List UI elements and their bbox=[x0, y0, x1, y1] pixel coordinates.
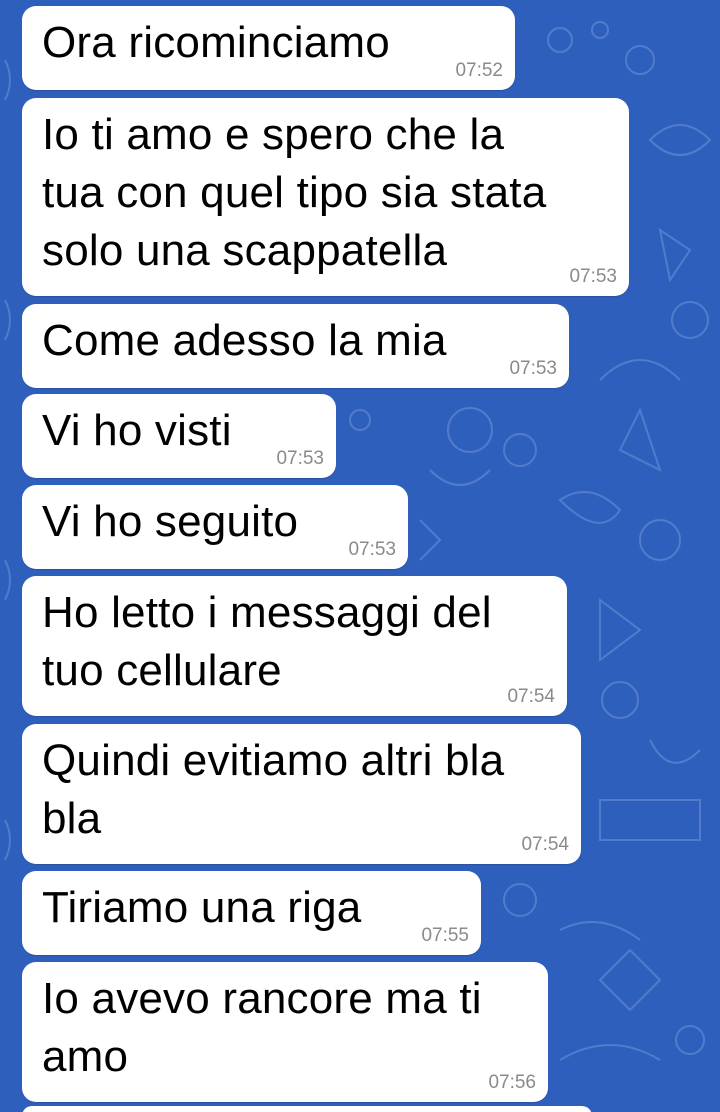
message-timestamp: 07:53 bbox=[569, 266, 617, 287]
message-text: Vi ho visti bbox=[42, 406, 232, 455]
message-text: Quindi evitiamo altri bla bla bbox=[42, 736, 517, 843]
message-text: Io avevo rancore ma ti amo bbox=[42, 974, 495, 1081]
message-bubble[interactable]: Ho letto i messaggi del tuo cellulare 07… bbox=[22, 576, 567, 716]
message-timestamp: 07:54 bbox=[521, 834, 569, 855]
message-timestamp: 07:56 bbox=[488, 1072, 536, 1093]
message-text: Ora ricominciamo bbox=[42, 18, 390, 67]
message-bubble[interactable]: Vi ho seguito 07:53 bbox=[22, 485, 408, 569]
message-bubble[interactable]: Come adesso la mia 07:53 bbox=[22, 304, 569, 388]
message-text: Io ti amo e spero che la tua con quel ti… bbox=[42, 110, 559, 275]
message-timestamp: 07:55 bbox=[421, 925, 469, 946]
chat-background: Ora ricominciamo 07:52 Io ti amo e spero… bbox=[0, 0, 720, 1112]
message-text: Tiriamo una riga bbox=[42, 883, 362, 932]
message-timestamp: 07:53 bbox=[348, 539, 396, 560]
message-bubble[interactable]: Quindi evitiamo altri bla bla 07:54 bbox=[22, 724, 581, 864]
message-timestamp: 07:52 bbox=[455, 60, 503, 81]
message-timestamp: 07:53 bbox=[276, 448, 324, 469]
message-text: Ho letto i messaggi del tuo cellulare bbox=[42, 588, 505, 695]
message-bubble[interactable]: Vi ho visti 07:53 bbox=[22, 394, 336, 478]
message-bubble[interactable]: Io avevo rancore ma ti amo 07:56 bbox=[22, 962, 548, 1102]
message-bubble[interactable]: Tiriamo una riga 07:55 bbox=[22, 871, 481, 955]
message-timestamp: 07:54 bbox=[507, 686, 555, 707]
partial-bubble-bottom bbox=[22, 1106, 592, 1112]
message-text: Vi ho seguito bbox=[42, 497, 299, 546]
message-text: Come adesso la mia bbox=[42, 316, 447, 365]
message-bubble[interactable]: Io ti amo e spero che la tua con quel ti… bbox=[22, 98, 629, 296]
message-bubble[interactable]: Ora ricominciamo 07:52 bbox=[22, 6, 515, 90]
message-timestamp: 07:53 bbox=[509, 358, 557, 379]
